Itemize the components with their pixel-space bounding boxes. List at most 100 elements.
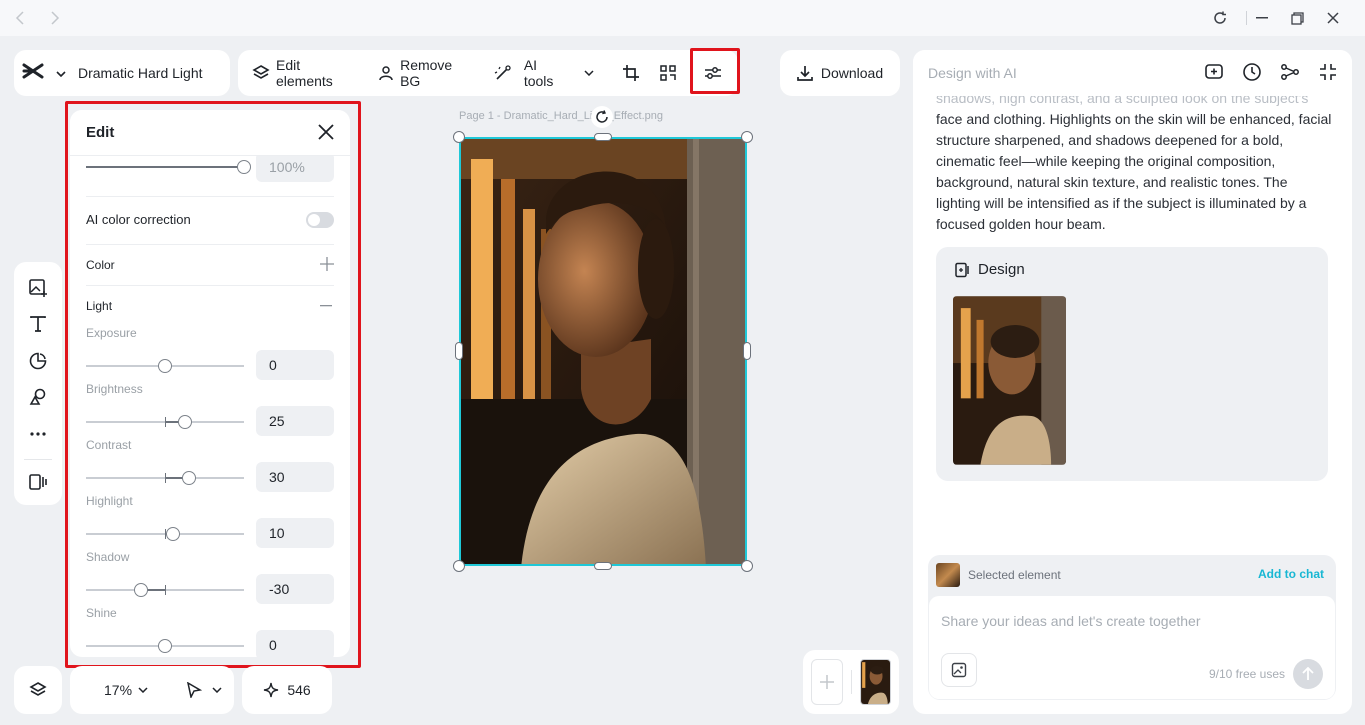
new-chat-icon[interactable] — [1204, 62, 1224, 82]
crop-button[interactable] — [618, 60, 643, 86]
scan-icon — [660, 65, 676, 81]
more-tools[interactable] — [24, 420, 52, 448]
download-label: Download — [820, 65, 884, 81]
credits-value: 546 — [287, 682, 311, 698]
app-logo-icon[interactable] — [22, 63, 44, 84]
ai-panel-header: Design with AI — [913, 50, 1352, 96]
ai-tools-button[interactable]: AI tools — [494, 57, 594, 89]
page-strip — [803, 650, 899, 714]
back-arrow-icon[interactable] — [10, 8, 30, 28]
add-to-chat-link[interactable]: Add to chat — [1258, 567, 1324, 581]
collapse-icon[interactable] — [1318, 62, 1338, 82]
edit-panel-header: Edit — [70, 110, 350, 156]
share-flow-icon[interactable] — [1280, 62, 1300, 82]
design-result-card: Design — [936, 247, 1328, 481]
ai-tools-label: AI tools — [523, 57, 554, 89]
layers-icon — [29, 682, 47, 696]
remove-bg-button[interactable]: Remove BG — [378, 57, 474, 89]
add-page-button[interactable] — [811, 659, 843, 705]
design-card-header: Design — [954, 261, 1025, 278]
crop-icon — [622, 65, 639, 81]
design-file-icon — [955, 262, 969, 277]
selected-thumbnail — [936, 563, 960, 587]
remove-bg-label: Remove BG — [400, 57, 453, 89]
restore-icon[interactable] — [1287, 8, 1307, 28]
rotate-icon — [596, 110, 608, 123]
top-toolbar: Edit elements Remove BG AI tools — [238, 50, 738, 96]
project-name[interactable]: Dramatic Hard Light — [78, 65, 203, 81]
design-thumbnail[interactable] — [953, 296, 1066, 465]
resize-handle-top[interactable] — [594, 133, 612, 141]
free-uses-count: 9/10 free uses — [1208, 667, 1285, 681]
shapes-tool[interactable] — [24, 384, 52, 412]
credits-counter[interactable]: 546 — [242, 666, 332, 714]
ai-design-panel: shadows, high contrast, and a sculpted l… — [913, 50, 1352, 714]
reload-icon[interactable] — [1210, 8, 1230, 28]
download-icon — [797, 66, 813, 81]
tool-rail — [14, 262, 62, 505]
ai-panel-title: Design with AI — [928, 65, 1017, 81]
close-icon[interactable] — [318, 124, 334, 140]
magic-wand-icon — [494, 65, 511, 80]
sticker-tool[interactable] — [24, 347, 52, 375]
layers-icon — [252, 65, 270, 79]
download-button[interactable]: Download — [780, 50, 900, 96]
plus-icon — [820, 675, 834, 689]
selected-element-label: Selected element — [968, 568, 1061, 582]
history-icon[interactable] — [1242, 62, 1262, 82]
image-add-icon — [951, 662, 967, 678]
chat-placeholder: Share your ideas and let's create togeth… — [941, 613, 1201, 629]
smart-crop-button[interactable] — [655, 60, 680, 86]
chevron-down-icon[interactable] — [212, 687, 222, 693]
chat-input[interactable]: Share your ideas and let's create togeth… — [929, 596, 1335, 699]
edit-highlight-box — [65, 101, 361, 668]
resize-handle-left[interactable] — [455, 342, 463, 360]
chevron-down-icon[interactable] — [138, 687, 148, 693]
add-image-tool[interactable] — [24, 274, 52, 302]
pages-icon — [29, 474, 47, 491]
chevron-down-icon[interactable] — [56, 64, 66, 82]
upload-image-button[interactable] — [941, 653, 977, 687]
rail-divider — [24, 458, 52, 460]
zoom-level[interactable]: 17% — [104, 682, 132, 698]
ai-message-text: face and clothing. Highlights on the ski… — [936, 111, 1332, 232]
canvas-image[interactable] — [459, 137, 747, 566]
send-button[interactable] — [1293, 659, 1323, 689]
sticker-icon — [29, 352, 47, 370]
pages-tool[interactable] — [24, 468, 52, 496]
resize-handle-top-left[interactable] — [453, 131, 465, 143]
forward-arrow-icon[interactable] — [45, 8, 65, 28]
chat-composer: Selected element Add to chat Share your … — [928, 555, 1336, 700]
layers-button[interactable] — [14, 666, 62, 714]
minimize-icon[interactable] — [1252, 8, 1272, 28]
resize-handle-top-right[interactable] — [741, 131, 753, 143]
resize-handle-bottom[interactable] — [594, 562, 612, 570]
chevron-down-icon — [584, 70, 594, 76]
arrow-up-icon — [1302, 667, 1314, 680]
zoom-controls: 17% — [70, 666, 234, 714]
sparkle-icon — [264, 682, 279, 698]
portrait-photo — [461, 139, 745, 564]
close-window-icon[interactable] — [1323, 8, 1343, 28]
edit-elements-label: Edit elements — [276, 57, 333, 89]
image-add-icon — [29, 278, 47, 297]
resize-handle-bottom-left[interactable] — [453, 560, 465, 572]
edit-elements-button[interactable]: Edit elements — [252, 57, 358, 89]
edit-panel-title: Edit — [86, 124, 115, 141]
ai-message: shadows, high contrast, and a sculpted l… — [936, 88, 1334, 235]
text-icon — [30, 316, 46, 333]
rotate-handle[interactable] — [591, 106, 613, 128]
text-tool[interactable] — [24, 311, 52, 339]
person-icon — [379, 66, 393, 81]
adjust-highlight-box — [690, 48, 740, 94]
resize-handle-bottom-right[interactable] — [741, 560, 753, 572]
selected-element-row: Selected element — [936, 563, 1061, 587]
pointer-icon[interactable] — [186, 682, 203, 698]
more-icon — [30, 432, 46, 436]
resize-handle-right[interactable] — [743, 342, 751, 360]
shapes-icon — [29, 388, 46, 406]
page-label: Page 1 - Dramatic_Hard_Light_Effect.png — [459, 110, 664, 122]
page-thumbnail[interactable] — [860, 659, 891, 705]
page-strip-divider — [851, 670, 852, 694]
title-bar — [0, 0, 1365, 36]
